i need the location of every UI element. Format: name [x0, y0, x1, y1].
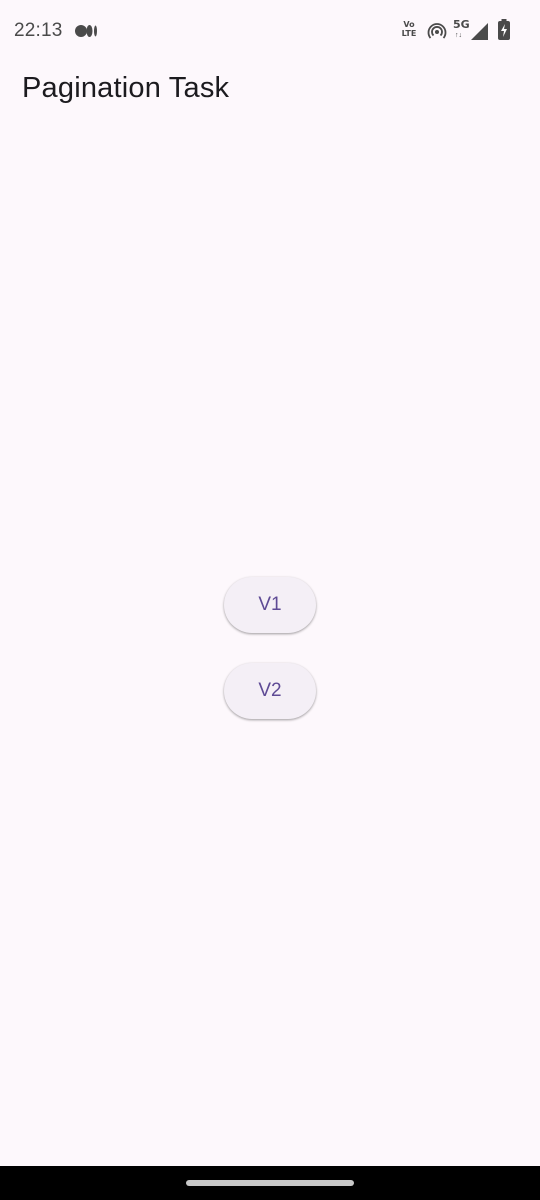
hotspot-icon: [427, 21, 447, 41]
volte-icon: Vo LTE: [401, 20, 417, 38]
network-activity-icon: ↑↓: [455, 32, 462, 39]
battery-icon: [497, 19, 511, 41]
status-icons: Vo LTE 5G ↑↓: [398, 16, 528, 44]
status-time: 22:13: [14, 20, 63, 41]
signal-icon: [469, 21, 489, 41]
network-type: 5G: [453, 18, 470, 31]
navigation-bar: [0, 1166, 540, 1200]
gesture-handle[interactable]: [186, 1180, 354, 1186]
v1-button[interactable]: V1: [224, 577, 316, 633]
app-notification-icon: [75, 23, 99, 39]
v2-button[interactable]: V2: [224, 663, 316, 719]
status-bar: 22:13 Vo LTE 5G ↑↓: [0, 0, 540, 64]
page-title: Pagination Task: [22, 72, 230, 104]
